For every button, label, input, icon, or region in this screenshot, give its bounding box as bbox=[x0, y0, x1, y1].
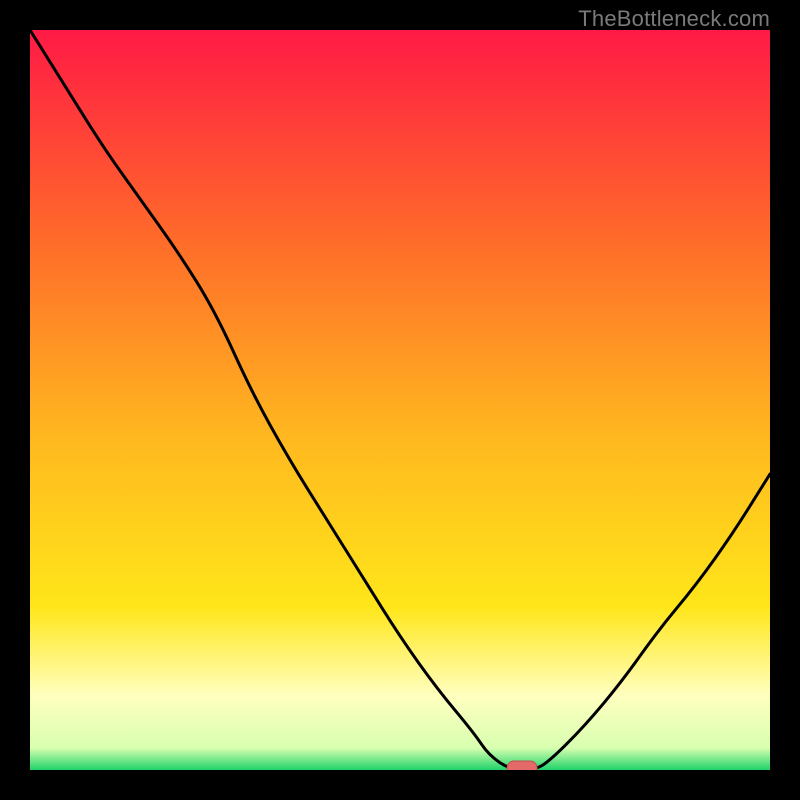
optimal-marker bbox=[507, 761, 537, 770]
bottleneck-chart bbox=[30, 30, 770, 770]
chart-frame bbox=[30, 30, 770, 770]
watermark-text: TheBottleneck.com bbox=[578, 6, 770, 32]
heatmap-background bbox=[30, 30, 770, 770]
